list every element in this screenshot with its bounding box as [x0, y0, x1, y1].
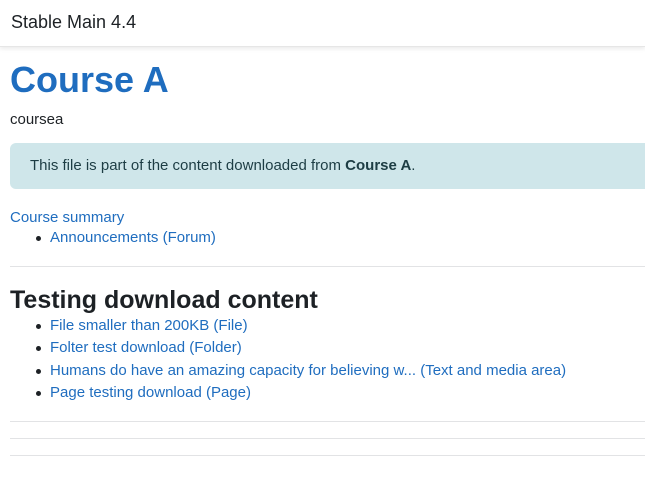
section-heading: Testing download content: [10, 285, 318, 314]
activity-link-page[interactable]: Page testing download (Page): [50, 384, 251, 401]
divider: [10, 454, 645, 456]
site-name[interactable]: Stable Main 4.4: [11, 12, 136, 33]
alert-text-prefix: This file is part of the content downloa…: [30, 157, 346, 174]
course-title: Course A: [10, 59, 169, 100]
activity-link-text-media[interactable]: Humans do have an amazing capacity for b…: [50, 362, 566, 379]
section-activity-list: File smaller than 200KB (File) Folter te…: [10, 315, 645, 405]
divider: [10, 437, 645, 439]
info-alert: This file is part of the content downloa…: [10, 143, 645, 189]
list-item: Page testing download (Page): [36, 382, 645, 405]
list-item: Folter test download (Folder): [36, 337, 645, 360]
activity-link-announcements[interactable]: Announcements (Forum): [50, 229, 216, 246]
main-content: Course A coursea This file is part of th…: [10, 47, 645, 456]
activity-link-folder[interactable]: Folter test download (Folder): [50, 339, 242, 356]
course-summary-link[interactable]: Course summary: [10, 209, 124, 227]
alert-text-suffix: .: [411, 157, 416, 174]
alert-course-name: Course A: [345, 157, 412, 174]
divider: [10, 265, 645, 267]
divider: [10, 420, 645, 422]
top-navbar: Stable Main 4.4: [0, 0, 645, 47]
activity-link-file[interactable]: File smaller than 200KB (File): [50, 317, 248, 334]
list-item: Announcements (Forum): [36, 227, 645, 250]
list-item: File smaller than 200KB (File): [36, 315, 645, 338]
course-shortname: coursea: [10, 111, 64, 128]
summary-activity-list: Announcements (Forum): [10, 227, 645, 250]
list-item: Humans do have an amazing capacity for b…: [36, 360, 645, 383]
